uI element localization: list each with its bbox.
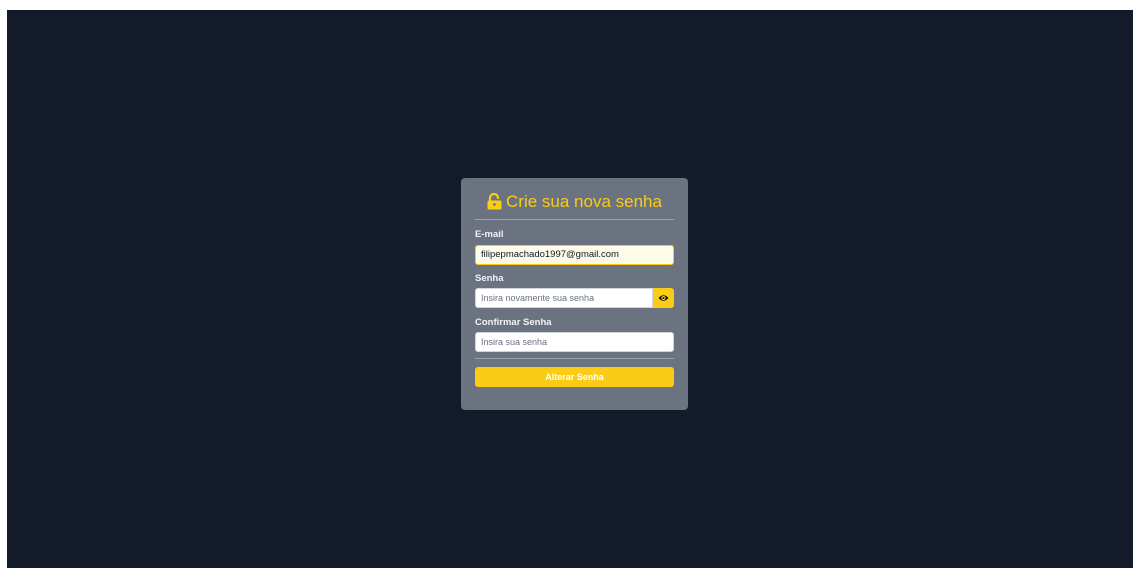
- toggle-password-visibility-button[interactable]: [653, 288, 674, 308]
- password-label: Senha: [475, 273, 504, 284]
- confirm-password-label: Confirmar Senha: [475, 317, 552, 328]
- password-field-wrap: [475, 288, 674, 308]
- confirm-password-field-wrap: [475, 332, 674, 352]
- email-label: E-mail: [475, 229, 504, 240]
- email-field[interactable]: [475, 244, 674, 265]
- email-field-wrap: [475, 244, 674, 265]
- unlock-icon: [487, 193, 502, 210]
- password-field[interactable]: [475, 288, 653, 308]
- confirm-password-field[interactable]: [475, 332, 674, 352]
- form-divider: [475, 358, 674, 359]
- page-background: Crie sua nova senha E-mail Senha Confirm…: [7, 10, 1133, 568]
- reset-password-card: Crie sua nova senha E-mail Senha Confirm…: [461, 178, 688, 410]
- eye-icon: [658, 295, 669, 301]
- page-title: Crie sua nova senha: [506, 191, 662, 211]
- card-header: Crie sua nova senha: [475, 178, 674, 220]
- change-password-button[interactable]: Alterar Senha: [475, 367, 674, 387]
